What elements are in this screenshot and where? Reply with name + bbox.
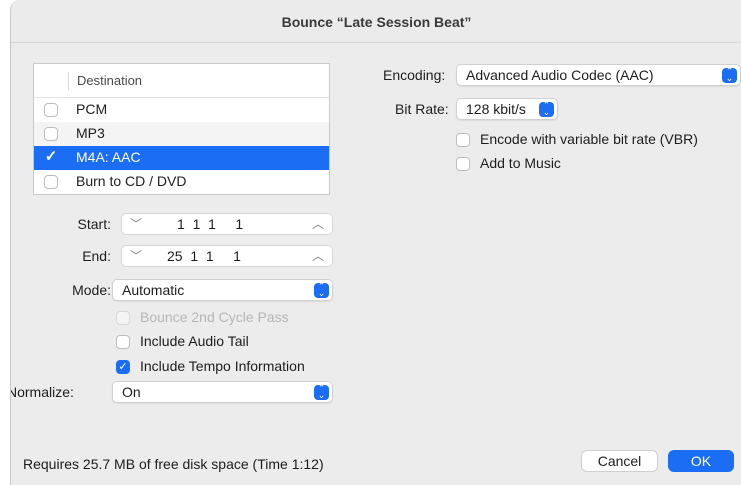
bounce-2nd-cycle-checkbox xyxy=(116,311,130,325)
normalize-label: Normalize: xyxy=(10,384,74,400)
end-value[interactable]: 25 1 1 1 xyxy=(167,248,241,264)
ok-button[interactable]: OK xyxy=(668,450,734,472)
destination-header: Destination xyxy=(34,64,329,98)
include-tempo-checkbox-checkmark-icon[interactable]: ✓ xyxy=(116,360,130,374)
updown-chevron-icon: ⌃ ⌄ xyxy=(314,282,329,298)
bitrate-label: Bit Rate: xyxy=(395,101,449,117)
updown-chevron-icon: ⌃ ⌄ xyxy=(314,384,329,400)
destination-item-label: Burn to CD / DVD xyxy=(76,173,187,189)
start-label: Start: xyxy=(77,216,111,232)
chevron-down-icon[interactable]: ﹀ xyxy=(130,247,142,264)
normalize-popup[interactable]: On ⌃ ⌄ xyxy=(112,381,333,403)
destination-item-m4a-aac[interactable]: ✓ M4A: AAC xyxy=(34,146,329,170)
destination-item-mp3[interactable]: MP3 xyxy=(34,122,329,146)
updown-chevron-icon: ⌃ ⌄ xyxy=(722,67,737,83)
destination-header-label: Destination xyxy=(77,73,143,88)
include-tempo-label[interactable]: Include Tempo Information xyxy=(140,358,305,374)
bounce-2nd-cycle-label: Bounce 2nd Cycle Pass xyxy=(140,309,289,325)
mode-label: Mode: xyxy=(72,282,111,298)
destination-list: Destination PCM MP3 ✓ M4A: AAC Burn to C… xyxy=(33,63,330,195)
dialog-title: Bounce “Late Session Beat” xyxy=(11,0,741,43)
destination-item-pcm[interactable]: PCM xyxy=(34,98,329,122)
start-stepper[interactable]: ﹀ 1 1 1 1 ︿ xyxy=(121,213,333,235)
encoding-value: Advanced Audio Codec (AAC) xyxy=(466,67,654,83)
vbr-label[interactable]: Encode with variable bit rate (VBR) xyxy=(480,131,698,147)
destination-item-label: PCM xyxy=(76,101,108,117)
updown-chevron-icon: ⌃ ⌄ xyxy=(539,101,554,117)
add-to-music-label[interactable]: Add to Music xyxy=(480,155,561,171)
cancel-button[interactable]: Cancel xyxy=(581,450,658,472)
destination-item-burn-cd-dvd[interactable]: Burn to CD / DVD xyxy=(34,170,329,194)
bitrate-value: 128 kbit/s xyxy=(466,101,526,117)
include-audio-tail-checkbox[interactable] xyxy=(116,335,130,349)
burn-cd-checkbox[interactable] xyxy=(44,175,58,189)
bounce-dialog: Bounce “Late Session Beat” Destination P… xyxy=(10,0,741,485)
encoding-label: Encoding: xyxy=(383,67,446,83)
end-stepper[interactable]: ﹀ 25 1 1 1 ︿ xyxy=(121,245,333,267)
chevron-up-icon[interactable]: ︿ xyxy=(312,215,324,232)
bitrate-popup[interactable]: 128 kbit/s ⌃ ⌄ xyxy=(456,98,558,120)
m4a-checkbox-checkmark-icon[interactable]: ✓ xyxy=(44,149,58,165)
normalize-value: On xyxy=(122,384,141,400)
end-label: End: xyxy=(82,248,111,264)
pcm-checkbox[interactable] xyxy=(44,103,58,117)
mode-popup[interactable]: Automatic ⌃ ⌄ xyxy=(112,279,333,301)
destination-item-label: MP3 xyxy=(76,125,105,141)
mp3-checkbox[interactable] xyxy=(44,127,58,141)
chevron-down-icon[interactable]: ﹀ xyxy=(130,215,142,232)
destination-item-label: M4A: AAC xyxy=(76,149,141,165)
include-audio-tail-label[interactable]: Include Audio Tail xyxy=(140,333,249,349)
chevron-up-icon[interactable]: ︿ xyxy=(312,247,324,264)
encoding-popup[interactable]: Advanced Audio Codec (AAC) ⌃ ⌄ xyxy=(456,64,741,86)
disk-space-status: Requires 25.7 MB of free disk space (Tim… xyxy=(23,456,324,472)
add-to-music-checkbox[interactable] xyxy=(456,157,470,171)
column-separator xyxy=(68,72,69,90)
start-value[interactable]: 1 1 1 1 xyxy=(177,216,243,232)
vbr-checkbox[interactable] xyxy=(456,133,470,147)
mode-value: Automatic xyxy=(122,282,185,298)
